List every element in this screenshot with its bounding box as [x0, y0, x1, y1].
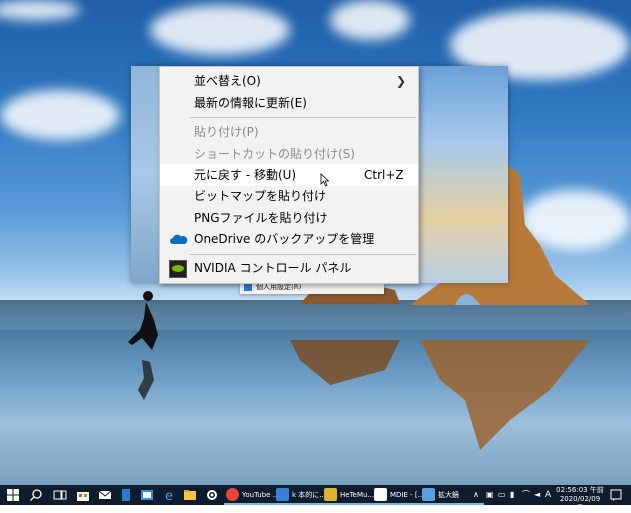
menu-item-paste[interactable]: 貼り付け(P): [160, 121, 418, 143]
svg-text:e: e: [165, 489, 173, 503]
nvidia-icon: [169, 260, 187, 278]
menu-item-paste-bitmap[interactable]: ビットマップを貼り付け: [160, 185, 418, 207]
menu-item-label: OneDrive のバックアップを管理: [194, 232, 375, 246]
mouse-cursor-icon: [320, 173, 330, 187]
rock-reflection: [290, 340, 590, 450]
network-icon[interactable]: ▭: [498, 488, 506, 502]
battery-icon[interactable]: ▮: [510, 488, 514, 502]
cloud: [0, 0, 80, 20]
desktop-context-menu: 並べ替え(O) ❯ 最新の情報に更新(E) 貼り付け(P) ショートカットの貼り…: [159, 66, 419, 284]
file-explorer-icon[interactable]: [182, 487, 198, 503]
hetemu-icon: [324, 488, 337, 501]
window-preview-right: [416, 66, 508, 283]
menu-item-label: 並べ替え(O): [194, 74, 261, 88]
settings-gear-icon[interactable]: [204, 487, 220, 503]
menu-item-label: ショートカットの貼り付け(S): [194, 147, 355, 161]
menu-item-label: 元に戻す - 移動(U): [194, 168, 297, 182]
notification-center-icon[interactable]: [608, 487, 624, 503]
menu-item-label: ビットマップを貼り付け: [194, 189, 327, 203]
cloud: [0, 90, 120, 140]
menu-item-paste-png[interactable]: PNGファイルを貼り付け: [160, 207, 418, 229]
runner-silhouette: [128, 291, 158, 400]
photos-icon[interactable]: [139, 487, 155, 503]
menu-item-label: NVIDIA コントロール パネル: [194, 261, 352, 275]
app-icon: [276, 488, 289, 501]
wifi-icon[interactable]: ⌒: [522, 488, 530, 502]
menu-item-undo-move[interactable]: 元に戻す - 移動(U) Ctrl+Z: [160, 164, 418, 186]
search-icon[interactable]: [28, 487, 44, 503]
menu-separator: [190, 254, 416, 255]
mail-icon[interactable]: [97, 487, 113, 503]
window-preview-left: [131, 66, 159, 283]
taskbar: e YouTube ... k 本的に... HeTeMu... MDIE - …: [0, 485, 631, 512]
ime-indicator[interactable]: A: [545, 488, 551, 502]
clock-date: 2020/02/09 日: [559, 495, 601, 512]
menu-item-label: 貼り付け(P): [194, 125, 259, 139]
clock-time: 02:56:03 午前: [556, 486, 604, 494]
windows-start-icon[interactable]: [5, 487, 21, 503]
menu-item-shortcut: Ctrl+Z: [364, 168, 404, 182]
chevron-right-icon: ❯: [396, 74, 407, 88]
cloud: [330, 0, 410, 40]
notebook-icon[interactable]: [118, 487, 134, 503]
taskbar-button-label: HeTeMu...: [340, 491, 375, 499]
chrome-icon: [226, 488, 239, 501]
menu-item-label: 最新の情報に更新(E): [194, 96, 307, 110]
personalize-icon: [244, 283, 252, 291]
menu-item-label: PNGファイルを貼り付け: [194, 211, 328, 225]
cloud: [150, 5, 290, 55]
menu-item-nvidia-control-panel[interactable]: NVIDIA コントロール パネル: [160, 257, 418, 279]
tray-app-icon[interactable]: ▣: [486, 488, 494, 502]
chevron-up-icon[interactable]: ∧: [473, 488, 479, 502]
store-icon[interactable]: [75, 487, 91, 503]
edge-icon[interactable]: e: [161, 487, 177, 503]
menu-separator: [190, 117, 416, 118]
onedrive-icon: [170, 234, 188, 244]
taskbar-button-label: k 本的に...: [292, 491, 326, 499]
menu-item-refresh[interactable]: 最新の情報に更新(E): [160, 92, 418, 114]
menu-item-paste-shortcut[interactable]: ショートカットの貼り付け(S): [160, 143, 418, 165]
menu-item-onedrive-backup[interactable]: OneDrive のバックアップを管理: [160, 228, 418, 250]
mdie-icon: [374, 488, 387, 501]
magnifier-icon: [422, 488, 435, 501]
menu-item-sort[interactable]: 並べ替え(O) ❯: [160, 70, 418, 92]
task-view-icon[interactable]: [52, 487, 68, 503]
taskbar-clock[interactable]: 02:56:03 午前 2020/02/09 日: [556, 486, 604, 513]
taskbar-button-label: 拡大鏡: [438, 491, 459, 499]
volume-icon[interactable]: ◄: [534, 488, 540, 502]
personalize-label: 個人用設定(R): [256, 283, 302, 291]
